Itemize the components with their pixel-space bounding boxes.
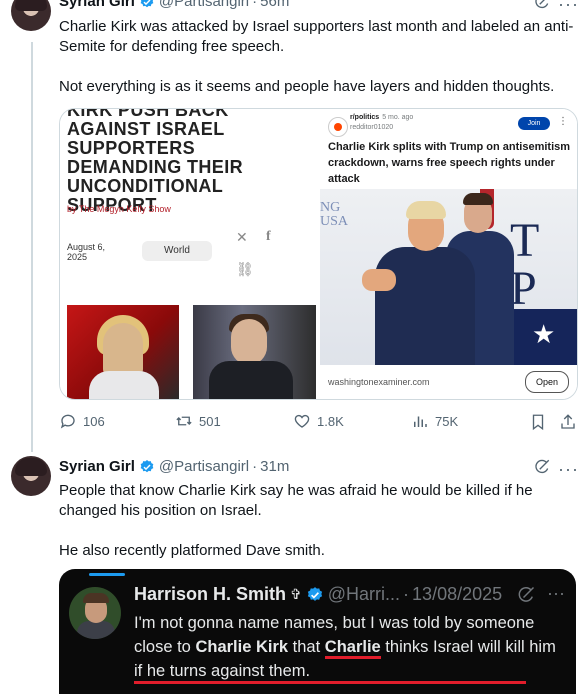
embed-text-highlight: Charlie	[324, 638, 381, 659]
reply-icon	[60, 414, 75, 429]
separator: ·	[252, 0, 258, 10]
article-byline: by The Megyn Kelly Show	[67, 204, 171, 214]
separator: ·	[403, 584, 410, 604]
reply-count: 106	[83, 413, 105, 429]
bookmark-icon[interactable]	[529, 413, 547, 431]
post-title: Charlie Kirk splits with Trump on antise…	[328, 141, 571, 185]
views-icon	[414, 416, 427, 427]
watermark-text: TP	[510, 214, 540, 315]
author-name[interactable]: Syrian Girl	[59, 0, 135, 10]
verified-icon	[307, 586, 322, 601]
separator: ·	[252, 458, 258, 475]
views-button[interactable]: 75K	[411, 412, 458, 430]
tweet-text-line: People that know Charlie Kirk say he was…	[59, 482, 533, 519]
tweet-header: Syrian Girl @Partisangirl · 31m	[59, 458, 289, 475]
subreddit-name: r/politics	[350, 114, 380, 121]
reddit-panel: r/politics 5 mo. ago redditor01020 Join ⋮…	[320, 109, 577, 399]
more-icon: ···	[547, 583, 565, 603]
tweet-text-line: Charlie Kirk was attacked by Israel supp…	[59, 18, 574, 55]
embedded-screenshot[interactable]: Harrison H. Smith ✞ @Harri... · 13/08/20…	[59, 569, 576, 694]
article-headline: KIRK PUSH BACK AGAINST ISRAEL SUPPORTERS…	[67, 108, 243, 215]
share-icon[interactable]	[559, 413, 577, 431]
reddit-icon	[328, 117, 348, 137]
reply-button[interactable]: 106	[59, 412, 105, 430]
facebook-icon: f	[266, 229, 271, 244]
avatar[interactable]	[11, 0, 51, 31]
cross-icon: ✞	[290, 586, 302, 602]
verified-icon	[140, 0, 154, 7]
open-button: Open	[525, 371, 569, 393]
post-author: redditor01020	[350, 124, 394, 131]
tweet-text: People that know Charlie Kirk say he was…	[59, 481, 574, 561]
post-age: 5 mo. ago	[382, 114, 414, 121]
share-icons: ✕ f ⛓	[236, 229, 286, 289]
embed-header: Harrison H. Smith ✞ @Harri... · 13/08/20…	[134, 584, 502, 605]
embed-text: I'm not gonna name names, but I was told…	[134, 611, 566, 683]
like-count: 1.8K	[317, 413, 344, 429]
source-domain: washingtonexaminer.com	[328, 377, 430, 387]
article-panel: KIRK PUSH BACK AGAINST ISRAEL SUPPORTERS…	[60, 109, 316, 399]
more-icon[interactable]: ···	[558, 460, 578, 482]
avatar[interactable]	[11, 456, 51, 496]
like-icon	[294, 414, 310, 428]
article-tag: World	[142, 241, 212, 261]
thread-line	[31, 42, 33, 452]
subreddit: r/politics 5 mo. ago	[350, 114, 413, 121]
repost-count: 501	[199, 413, 221, 429]
tweet-header: Syrian Girl @Partisangirl · 56m	[59, 0, 289, 10]
repost-button[interactable]: 501	[175, 412, 221, 430]
tweet-media[interactable]: KIRK PUSH BACK AGAINST ISRAEL SUPPORTERS…	[59, 108, 578, 400]
watermark-text: NG USA	[320, 200, 349, 229]
join-button: Join	[518, 117, 550, 130]
tweet-text-line: He also recently platformed Dave smith.	[59, 542, 325, 559]
action-bar: 106 501 1.8K 75K	[59, 412, 579, 434]
link-icon: ⛓	[236, 261, 254, 277]
x-icon: ✕	[236, 229, 248, 245]
more-icon: ⋮	[558, 116, 568, 127]
more-icon[interactable]: ···	[558, 0, 578, 17]
embed-handle: @Harri...	[327, 584, 401, 604]
grok-icon[interactable]	[533, 458, 551, 476]
star-icon: ★	[532, 319, 556, 349]
video-thumbnail	[193, 305, 316, 399]
repost-icon	[176, 416, 192, 426]
like-button[interactable]: 1.8K	[293, 412, 344, 430]
red-underline	[134, 681, 526, 684]
embed-text-part: that	[288, 638, 325, 656]
article-date: August 6, 2025	[67, 242, 106, 262]
tweet-text-line: Not everything is as it seems and people…	[59, 78, 555, 95]
views-count: 75K	[435, 413, 459, 429]
author-handle[interactable]: @Partisangirl	[159, 0, 249, 10]
embed-author-name: Harrison H. Smith	[134, 584, 287, 604]
author-handle[interactable]: @Partisangirl	[159, 458, 249, 475]
verified-icon	[140, 459, 154, 472]
embed-avatar	[69, 587, 121, 639]
video-thumbnail	[67, 305, 179, 399]
timestamp[interactable]: 31m	[260, 458, 289, 475]
grok-icon	[518, 586, 535, 602]
news-photo: NG USA TP ★	[320, 189, 577, 365]
tweet-text: Charlie Kirk was attacked by Israel supp…	[59, 17, 574, 97]
author-name[interactable]: Syrian Girl	[59, 458, 135, 475]
embed-date: 13/08/2025	[412, 584, 503, 604]
embed-text-highlight: Charlie Kirk	[195, 638, 289, 656]
grok-icon[interactable]	[533, 0, 551, 11]
timestamp[interactable]: 56m	[260, 0, 289, 10]
